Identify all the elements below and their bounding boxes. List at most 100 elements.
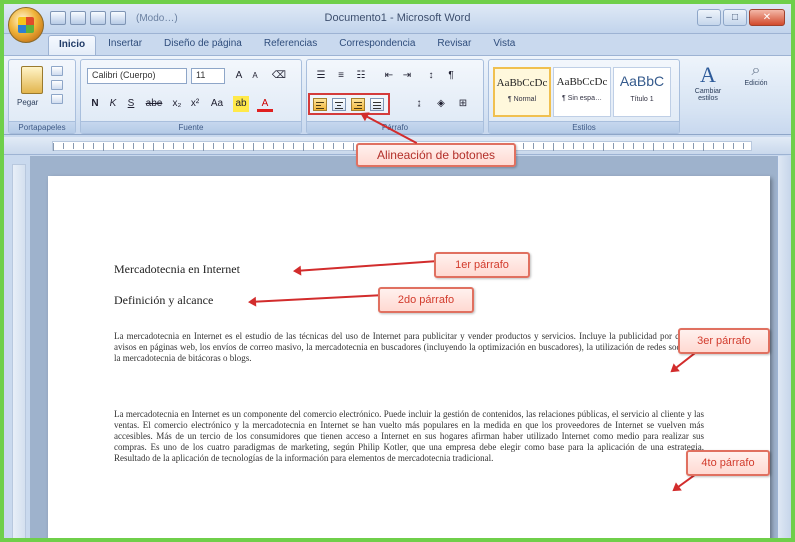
close-button[interactable]: ✕ <box>749 9 785 26</box>
clear-format-icon[interactable]: ⌫ <box>271 68 287 84</box>
format-painter-icon[interactable] <box>51 94 63 104</box>
cut-icon[interactable] <box>51 66 63 76</box>
ruler-tick <box>233 143 234 149</box>
ruler-tick <box>73 143 74 149</box>
ruler-tick <box>283 143 284 149</box>
ruler-tick <box>703 143 704 151</box>
ruler-tick <box>743 143 744 149</box>
underline-button[interactable]: S <box>123 96 139 112</box>
ruler-tick <box>543 143 544 149</box>
line-spacing-icon[interactable]: ↨ <box>411 96 427 112</box>
paragraph-2-arrow <box>249 294 380 303</box>
ruler-tick <box>153 143 154 151</box>
ruler-tick <box>83 143 84 149</box>
superscript-button[interactable]: x² <box>187 96 203 112</box>
increase-indent-icon[interactable]: ⇥ <box>399 68 415 84</box>
word-window: (Modo…) Documento1 - Microsoft Word – □ … <box>4 4 791 538</box>
shrink-font-icon[interactable]: A <box>247 68 263 84</box>
multilevel-list-icon[interactable]: ☷ <box>353 68 369 84</box>
ruler-tick <box>643 143 644 149</box>
minimize-button[interactable]: – <box>697 9 721 26</box>
align-center-button[interactable] <box>332 98 346 111</box>
find-icon: ⌕ <box>751 62 761 79</box>
office-button[interactable] <box>8 7 44 43</box>
tab-diseno-pagina[interactable]: Diseño de página <box>154 35 252 55</box>
strikethrough-button[interactable]: abe <box>143 96 165 112</box>
ruler-tick <box>203 143 204 151</box>
ruler-tick <box>633 143 634 149</box>
ruler-tick <box>723 143 724 149</box>
bullets-icon[interactable]: ☰ <box>313 68 329 84</box>
ruler-tick <box>353 143 354 151</box>
ribbon-tabs: Inicio Insertar Diseño de página Referen… <box>48 35 525 55</box>
document-page[interactable]: Mercadotecnia en Internet Definición y a… <box>48 176 770 538</box>
grow-font-icon[interactable]: A <box>231 68 247 84</box>
justify-button[interactable] <box>370 98 384 111</box>
style-no-spacing[interactable]: AaBbCcDc ¶ Sin espa… <box>553 67 611 117</box>
ruler-tick <box>193 143 194 149</box>
tab-correspondencia[interactable]: Correspondencia <box>329 35 425 55</box>
paragraph-3: La mercadotecnia en Internet es el estud… <box>114 331 704 363</box>
vertical-ruler[interactable] <box>12 164 26 538</box>
ruler-tick <box>663 143 664 149</box>
paragraph-4: La mercadotecnia en Internet es un compo… <box>114 409 704 463</box>
paste-icon[interactable] <box>21 66 43 94</box>
heading-1: Mercadotecnia en Internet <box>114 262 240 276</box>
style-heading-1[interactable]: AaBbC Título 1 <box>613 67 671 117</box>
ruler-tick <box>323 143 324 149</box>
paragraph-1-arrow <box>294 260 435 272</box>
tab-inicio[interactable]: Inicio <box>48 35 97 55</box>
styles-group-label: Estilos <box>489 121 679 133</box>
font-size-select[interactable]: 11 <box>191 68 225 84</box>
font-name-select[interactable]: Calibri (Cuerpo) <box>87 68 187 84</box>
change-case-button[interactable]: Aa <box>207 96 227 112</box>
tab-insertar[interactable]: Insertar <box>98 35 152 55</box>
ruler-tick <box>53 143 54 151</box>
tab-referencias[interactable]: Referencias <box>254 35 327 55</box>
numbering-icon[interactable]: ≡ <box>333 68 349 84</box>
heading-2: Definición y alcance <box>114 293 214 307</box>
ruler-tick <box>343 143 344 149</box>
italic-button[interactable]: K <box>105 96 121 112</box>
ruler-tick <box>563 143 564 149</box>
ruler-tick <box>133 143 134 149</box>
copy-icon[interactable] <box>51 80 63 90</box>
font-group-label: Fuente <box>81 121 301 133</box>
editing-button[interactable]: ⌕ Edición <box>734 62 778 87</box>
bold-button[interactable]: N <box>87 96 103 112</box>
ruler-tick <box>163 143 164 149</box>
font-color-icon[interactable]: A <box>257 96 273 112</box>
ruler-tick <box>253 143 254 151</box>
highlight-color-icon[interactable]: ab <box>233 96 249 112</box>
decrease-indent-icon[interactable]: ⇤ <box>381 68 397 84</box>
tab-vista[interactable]: Vista <box>483 35 525 55</box>
change-styles-label: Cambiar estilos <box>694 88 722 102</box>
sort-icon[interactable]: ↕ <box>423 68 439 84</box>
shading-icon[interactable]: ◈ <box>433 96 449 112</box>
ruler-tick <box>623 143 624 149</box>
change-styles-button[interactable]: A Cambiar estilos <box>686 62 730 102</box>
style-normal[interactable]: AaBbCcDc ¶ Normal <box>493 67 551 117</box>
ruler-tick <box>313 143 314 149</box>
maximize-button[interactable]: □ <box>723 9 747 26</box>
office-logo-icon <box>18 17 34 33</box>
ruler-tick <box>613 143 614 149</box>
ruler-tick <box>173 143 174 149</box>
borders-icon[interactable]: ⊞ <box>455 96 471 112</box>
ruler-tick <box>553 143 554 151</box>
ruler-tick <box>693 143 694 149</box>
style-sample: AaBbCcDc <box>556 76 608 88</box>
align-left-button[interactable] <box>313 98 327 111</box>
vertical-scrollbar[interactable] <box>777 156 791 538</box>
subscript-button[interactable]: x₂ <box>169 96 185 112</box>
ruler-tick <box>683 143 684 149</box>
show-marks-icon[interactable]: ¶ <box>443 68 459 84</box>
tab-revisar[interactable]: Revisar <box>427 35 481 55</box>
style-name: Título 1 <box>630 96 654 103</box>
ruler-tick <box>573 143 574 149</box>
ribbon: Pegar Portapapeles Calibri (Cuerpo) 11 A… <box>4 55 791 135</box>
ruler-tick <box>583 143 584 149</box>
paste-button-label[interactable]: Pegar <box>17 98 38 107</box>
ruler-tick <box>263 143 264 149</box>
ruler-tick <box>603 143 604 151</box>
